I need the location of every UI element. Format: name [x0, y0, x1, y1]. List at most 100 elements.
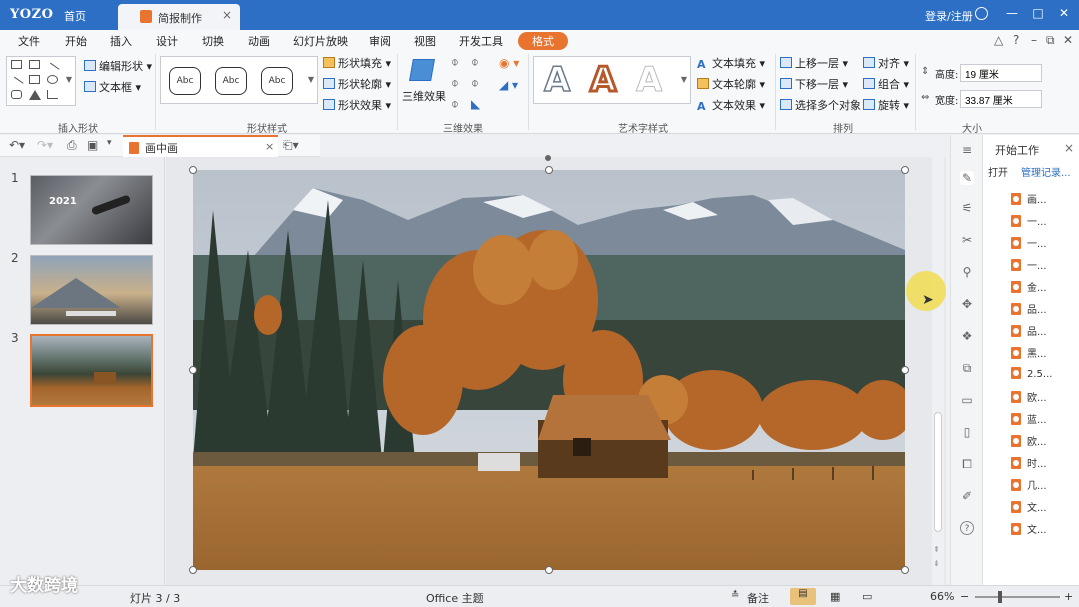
slideshow-icon[interactable]: ▭	[862, 590, 872, 603]
shape-style-sample[interactable]: Abc	[169, 67, 201, 95]
rotate-button[interactable]: 旋转 ▾	[863, 97, 909, 113]
rectangle-shape-icon[interactable]	[29, 75, 40, 84]
shape-style-expand-icon[interactable]: ▼	[308, 75, 314, 84]
manage-records-link[interactable]: 管理记录...	[1021, 164, 1071, 179]
text-fill-button[interactable]: A 文本填充 ▾	[697, 55, 765, 71]
recent-file-item[interactable]: 画...	[1011, 191, 1047, 206]
edit-icon[interactable]: ✐	[960, 489, 974, 503]
brush-icon[interactable]: ⚲	[960, 265, 974, 279]
tilt-up-icon[interactable]: ⌽	[451, 55, 459, 70]
recent-file-item[interactable]: 一...	[1011, 213, 1047, 228]
resize-handle-bottom-left[interactable]	[189, 566, 197, 574]
vertical-text-shape-icon[interactable]	[29, 60, 40, 69]
group-button[interactable]: 组合 ▾	[863, 76, 909, 92]
redo-icon[interactable]: ↷▾	[37, 138, 53, 152]
rounded-rect-shape-icon[interactable]	[11, 90, 22, 99]
open-link[interactable]: 打开	[988, 164, 1008, 179]
tilt-toggle-icon[interactable]: ⌽	[451, 97, 459, 112]
menu-file[interactable]: 文件	[18, 33, 40, 49]
document-inner-tab[interactable]: 画中画 ×	[123, 135, 278, 157]
notes-icon[interactable]: ≛	[731, 590, 739, 601]
wordart-expand-icon[interactable]: ▼	[681, 75, 687, 84]
shape-style-sample[interactable]: Abc	[261, 67, 293, 95]
bring-forward-button[interactable]: 上移一层 ▾	[780, 55, 848, 71]
menu-design[interactable]: 设计	[156, 33, 178, 49]
rotate-handle[interactable]	[545, 155, 551, 161]
menu-slideshow[interactable]: 幻灯片放映	[293, 33, 348, 49]
recent-file-item[interactable]: 蓝...	[1011, 411, 1047, 426]
normal-view-icon[interactable]: ▤	[790, 588, 816, 605]
align-button[interactable]: 对齐 ▾	[863, 55, 909, 71]
curve-shape-icon[interactable]	[47, 90, 58, 99]
recent-file-item[interactable]: 几...	[1011, 477, 1047, 492]
wordart-sample[interactable]: A	[588, 60, 617, 101]
shape-effects-button[interactable]: 形状效果 ▾	[323, 97, 391, 113]
recent-file-item[interactable]: 一...	[1011, 235, 1047, 250]
depth-icon[interactable]: ◉ ▾	[499, 56, 519, 70]
resize-handle-top-left[interactable]	[189, 166, 197, 174]
customize-toolbar-icon[interactable]: ▾	[107, 138, 112, 148]
zoom-slider-thumb[interactable]	[998, 591, 1002, 603]
sliders-icon[interactable]: ⚟	[960, 201, 974, 215]
recent-file-item[interactable]: 黑...	[1011, 345, 1047, 360]
recent-file-item[interactable]: 文...	[1011, 521, 1047, 536]
resize-handle-top[interactable]	[545, 166, 553, 174]
ribbon-close-icon[interactable]: ✕	[1063, 33, 1073, 47]
shape-gallery-expand-icon[interactable]: ▼	[66, 75, 72, 84]
text-effect-button[interactable]: A 文本效果 ▾	[697, 97, 765, 113]
menu-home[interactable]: 开始	[65, 33, 87, 49]
text-outline-button[interactable]: 文本轮廓 ▾	[697, 76, 765, 92]
zoom-in-icon[interactable]: +	[1064, 590, 1073, 603]
shape-outline-button[interactable]: 形状轮廓 ▾	[323, 76, 391, 92]
close-pane-icon[interactable]: ×	[1064, 141, 1074, 155]
copy-icon[interactable]: ⧠	[960, 457, 974, 471]
triangle-shape-icon[interactable]	[29, 90, 41, 100]
edit-shape-button[interactable]: 编辑形状 ▾	[84, 58, 152, 74]
ribbon-minimize-icon[interactable]: –	[1031, 33, 1037, 47]
ribbon-restore-icon[interactable]: ⧉	[1046, 33, 1055, 48]
notes-button[interactable]: 备注	[747, 590, 769, 606]
document-tab[interactable]: 简报制作 ×	[118, 4, 240, 30]
close-inner-tab-icon[interactable]: ×	[265, 140, 274, 153]
menu-view[interactable]: 视图	[414, 33, 436, 49]
prev-slide-icon[interactable]: ⇞	[933, 545, 940, 554]
text-box-button[interactable]: 文本框 ▾	[84, 79, 141, 95]
maximize-button[interactable]: □	[1030, 6, 1046, 20]
next-slide-icon[interactable]: ⇟	[933, 559, 940, 568]
recent-file-item[interactable]: 一...	[1011, 257, 1047, 272]
recent-file-item[interactable]: 欧...	[1011, 433, 1047, 448]
height-input[interactable]	[960, 64, 1042, 82]
recent-file-item[interactable]: 品...	[1011, 323, 1047, 338]
shape-style-gallery[interactable]: Abc Abc Abc ▼	[160, 56, 318, 104]
slide-sorter-icon[interactable]: ▦	[830, 590, 840, 603]
undo-icon[interactable]: ↶▾	[9, 138, 25, 152]
menu-review[interactable]: 审阅	[369, 33, 391, 49]
help-icon[interactable]: ?	[1013, 33, 1019, 47]
wordart-sample[interactable]: A	[635, 61, 662, 100]
pencil-icon[interactable]: ✎	[960, 171, 974, 185]
direction-icon[interactable]: ◢ ▾	[499, 78, 518, 92]
scissors-icon[interactable]: ✂	[960, 233, 974, 247]
slide-thumbnail-3[interactable]	[30, 334, 153, 407]
text-shape-icon[interactable]	[11, 60, 22, 69]
send-backward-button[interactable]: 下移一层 ▾	[780, 76, 848, 92]
recent-file-item[interactable]: 品...	[1011, 301, 1047, 316]
new-tab-icon[interactable]: ⎗▾	[283, 138, 299, 153]
move-icon[interactable]: ✥	[960, 297, 974, 311]
tilt-down-icon[interactable]: ⌽	[471, 55, 479, 70]
collapse-ribbon-icon[interactable]: △	[994, 33, 1003, 47]
wordart-sample[interactable]: A	[543, 60, 571, 100]
wordart-gallery[interactable]: A A A ▼	[533, 56, 691, 104]
login-link[interactable]: 登录/注册	[925, 8, 973, 24]
home-tab[interactable]: 首页	[64, 8, 86, 24]
menu-animation[interactable]: 动画	[248, 33, 270, 49]
vertical-scrollbar[interactable]: ⇞ ⇟	[932, 157, 944, 585]
width-input[interactable]	[960, 90, 1042, 108]
resize-handle-right[interactable]	[901, 366, 909, 374]
resize-handle-bottom[interactable]	[545, 566, 553, 574]
save-icon[interactable]: ▣	[87, 138, 98, 152]
zoom-slider[interactable]	[975, 596, 1060, 598]
clipboard-icon[interactable]: ▯	[960, 425, 974, 439]
shape-fill-button[interactable]: 形状填充 ▾	[323, 55, 391, 71]
menu-lines-icon[interactable]: ≡	[960, 143, 974, 157]
